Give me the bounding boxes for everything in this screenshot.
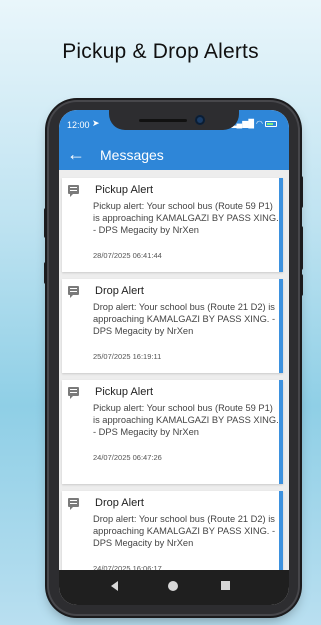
back-arrow-icon[interactable]: ← <box>67 144 85 164</box>
message-title: Pickup Alert <box>95 386 154 398</box>
phone-screen: 12:00 ➤ ▂▄▆█ ◠ ← Messages Pickup Alert P… <box>59 110 289 605</box>
message-card[interactable]: Pickup Alert Pickup alert: Your school b… <box>62 380 283 484</box>
page-title: Messages <box>100 147 164 163</box>
message-card[interactable]: Drop Alert Drop alert: Your school bus (… <box>62 491 283 581</box>
system-nav-bar <box>59 570 289 605</box>
app-bar: ← Messages <box>59 140 289 170</box>
nav-back-icon[interactable] <box>111 581 118 591</box>
message-title: Drop Alert <box>95 285 144 297</box>
nav-recent-icon[interactable] <box>221 581 230 590</box>
speaker-grille <box>139 119 187 122</box>
status-time: 12:00 <box>67 120 90 130</box>
message-card[interactable]: Drop Alert Drop alert: Your school bus (… <box>62 279 283 373</box>
message-date: 24/07/2025 06:47:26 <box>93 453 162 462</box>
message-icon <box>68 286 79 298</box>
message-card[interactable]: Pickup Alert Pickup alert: Your school b… <box>62 178 283 272</box>
page-headline: Pickup & Drop Alerts <box>62 40 259 63</box>
message-date: 28/07/2025 06:41:44 <box>93 251 162 260</box>
nav-home-icon[interactable] <box>168 581 178 591</box>
phone-side-button <box>298 274 303 296</box>
message-title: Drop Alert <box>95 497 144 509</box>
message-icon <box>68 387 79 399</box>
message-list[interactable]: Pickup Alert Pickup alert: Your school b… <box>59 170 289 581</box>
message-body: Pickup alert: Your school bus (Route 59 … <box>93 403 279 437</box>
message-body: Pickup alert: Your school bus (Route 59 … <box>93 201 279 235</box>
wifi-icon: ◠ <box>256 119 263 128</box>
navigation-arrow-icon: ➤ <box>92 118 100 128</box>
message-icon <box>68 185 79 197</box>
message-date: 25/07/2025 16:19:11 <box>93 352 162 361</box>
camera-icon <box>195 115 205 125</box>
phone-side-button <box>298 226 303 270</box>
message-body: Drop alert: Your school bus (Route 21 D2… <box>93 302 276 336</box>
phone-notch <box>109 110 239 130</box>
phone-side-button <box>298 176 303 208</box>
battery-icon <box>265 120 277 127</box>
message-title: Pickup Alert <box>95 184 154 196</box>
message-icon <box>68 498 79 510</box>
message-body: Drop alert: Your school bus (Route 21 D2… <box>93 514 276 548</box>
